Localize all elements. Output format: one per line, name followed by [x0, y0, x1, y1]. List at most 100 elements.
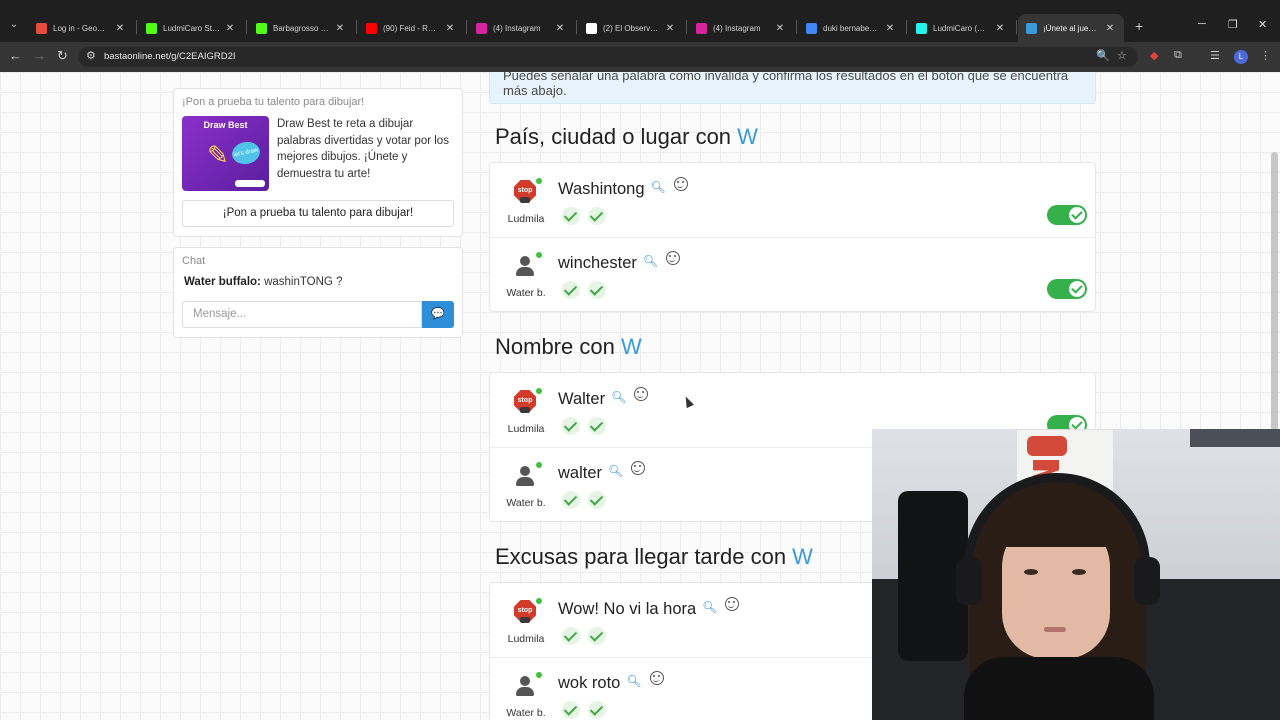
- check-icon: [588, 627, 606, 645]
- check-icon: [562, 491, 580, 509]
- category-heading: País, ciudad o lugar con W: [495, 124, 758, 150]
- promo-description: Draw Best te reta a dibujar palabras div…: [277, 118, 449, 180]
- browser-tab[interactable]: (4) Instagram ✕: [688, 14, 794, 42]
- reading-list-icon[interactable]: ☰: [1210, 49, 1220, 62]
- reload-icon[interactable]: ↻: [57, 48, 68, 64]
- tab-search-icon[interactable]: ⌄: [6, 17, 22, 33]
- tab-title: (4) Instagram: [713, 23, 761, 33]
- user-avatar-icon: [511, 671, 539, 699]
- info-line-2: más abajo.: [503, 83, 567, 98]
- add-reaction-icon[interactable]: [634, 387, 649, 401]
- valid-toggle[interactable]: [1047, 205, 1087, 225]
- maximize-icon[interactable]: ❐: [1228, 18, 1238, 31]
- add-reaction-icon[interactable]: [649, 671, 664, 685]
- browser-tab[interactable]: Barbagrosso - Watch ✕: [248, 14, 354, 42]
- stop-sign-avatar: stop: [511, 597, 539, 625]
- tab-favicon-icon: [476, 22, 487, 34]
- tab-close-icon[interactable]: ✕: [334, 23, 346, 34]
- draw-best-thumbnail[interactable]: Draw Best ✎ let's draw: [182, 116, 269, 191]
- check-icon: [588, 491, 606, 509]
- vote-checks: [562, 627, 614, 650]
- browser-tab[interactable]: LudmiCaro (@lud ✕: [908, 14, 1014, 42]
- tab-title: (90) Feid - Remix: [383, 23, 440, 33]
- add-reaction-icon[interactable]: [666, 251, 681, 265]
- thumbnail-badge: [235, 180, 265, 187]
- online-status-dot: [536, 462, 542, 468]
- tab-close-icon[interactable]: ✕: [664, 23, 676, 34]
- send-message-button[interactable]: 💬: [422, 301, 454, 328]
- profile-avatar[interactable]: L: [1234, 50, 1248, 64]
- player-name: Water b.: [506, 707, 546, 719]
- search-icon[interactable]: 🔍︎: [702, 600, 717, 614]
- site-info-icon[interactable]: ⚙: [86, 49, 96, 62]
- zoom-icon[interactable]: 🔍: [1096, 49, 1110, 62]
- new-tab-button[interactable]: +: [1135, 18, 1143, 34]
- chat-bubble-icon: 💬: [431, 308, 445, 320]
- check-icon: [588, 207, 606, 225]
- extensions-puzzle-icon[interactable]: ⧉: [1174, 49, 1182, 62]
- add-reaction-icon[interactable]: [673, 177, 688, 191]
- browser-tab[interactable]: (90) Feid - Remix ✕: [358, 14, 464, 42]
- tab-separator: [576, 20, 577, 34]
- round-letter: W: [792, 544, 813, 569]
- tab-close-icon[interactable]: ✕: [994, 23, 1006, 34]
- try-drawing-button[interactable]: ¡Pon a prueba tu talento para dibujar!: [182, 200, 454, 227]
- vote-checks: [562, 281, 614, 304]
- tab-close-icon[interactable]: ✕: [114, 23, 126, 34]
- check-icon: [562, 701, 580, 719]
- tab-separator: [796, 20, 797, 34]
- browser-tab[interactable]: (2) El Observador ✕: [578, 14, 684, 42]
- url-text[interactable]: bastaonline.net/g/C2EAIGRD2I: [104, 51, 236, 62]
- search-icon[interactable]: 🔍︎: [626, 674, 641, 688]
- player-name: Ludmila: [507, 423, 545, 435]
- tab-separator: [686, 20, 687, 34]
- vote-checks: [562, 207, 614, 230]
- bookmark-star-icon[interactable]: ☆: [1117, 49, 1127, 62]
- forward-icon[interactable]: →: [33, 48, 46, 63]
- valid-toggle[interactable]: [1047, 279, 1087, 299]
- tab-title: Log in - GeoGuessr: [53, 23, 110, 33]
- user-avatar-icon: [511, 461, 539, 489]
- streamer-webcam: [872, 429, 1280, 720]
- answer-row: stop Ludmila Washintong 🔍︎: [490, 163, 1095, 237]
- minimize-icon[interactable]: ─: [1198, 18, 1206, 30]
- tab-separator: [466, 20, 467, 34]
- tab-close-icon[interactable]: ✕: [224, 23, 236, 34]
- browser-tab[interactable]: ¡Únete al juego B ✕: [1018, 14, 1124, 42]
- search-icon[interactable]: 🔍︎: [651, 180, 666, 194]
- back-icon[interactable]: ←: [9, 48, 22, 63]
- category-title: Nombre con: [495, 334, 621, 359]
- chat-message-input[interactable]: Mensaje...: [182, 301, 422, 328]
- tab-title: (2) El Observador: [603, 23, 660, 33]
- browser-menu-icon[interactable]: ⋮: [1260, 49, 1271, 62]
- tab-close-icon[interactable]: ✕: [774, 23, 786, 34]
- tab-title: ¡Únete al juego B: [1043, 23, 1100, 33]
- add-reaction-icon[interactable]: [725, 597, 740, 611]
- search-icon[interactable]: 🔍︎: [643, 254, 658, 268]
- extension-icon[interactable]: ◆: [1150, 49, 1158, 62]
- answer-text: winchester: [558, 254, 637, 272]
- player-name: Water b.: [506, 497, 546, 509]
- browser-tab[interactable]: duki bernabeu ca ✕: [798, 14, 904, 42]
- tab-close-icon[interactable]: ✕: [554, 23, 566, 34]
- tab-close-icon[interactable]: ✕: [884, 23, 896, 34]
- pencil-rocket-icon: ✎: [207, 140, 229, 170]
- online-status-dot: [536, 598, 542, 604]
- tab-close-icon[interactable]: ✕: [1104, 23, 1116, 34]
- browser-tab[interactable]: Log in - GeoGuessr ✕: [28, 14, 134, 42]
- close-window-icon[interactable]: ✕: [1258, 18, 1267, 31]
- answer-text: walter: [558, 464, 603, 482]
- info-line-1: Puedes señalar una palabra como inválida…: [503, 72, 1069, 83]
- tab-separator: [906, 20, 907, 34]
- search-icon[interactable]: 🔍︎: [608, 464, 623, 478]
- tab-close-icon[interactable]: ✕: [444, 23, 456, 34]
- tab-favicon-icon: [916, 22, 927, 34]
- tab-favicon-icon: [1026, 22, 1037, 34]
- add-reaction-icon[interactable]: [631, 461, 646, 475]
- address-bar[interactable]: [78, 47, 1138, 67]
- search-icon[interactable]: 🔍︎: [611, 390, 626, 404]
- browser-tab[interactable]: LudmiCaro Stream ✕: [138, 14, 244, 42]
- browser-tab[interactable]: (4) Instagram ✕: [468, 14, 574, 42]
- tab-favicon-icon: [586, 22, 597, 34]
- draw-best-promo-card: ¡Pon a prueba tu talento para dibujar! D…: [173, 88, 463, 237]
